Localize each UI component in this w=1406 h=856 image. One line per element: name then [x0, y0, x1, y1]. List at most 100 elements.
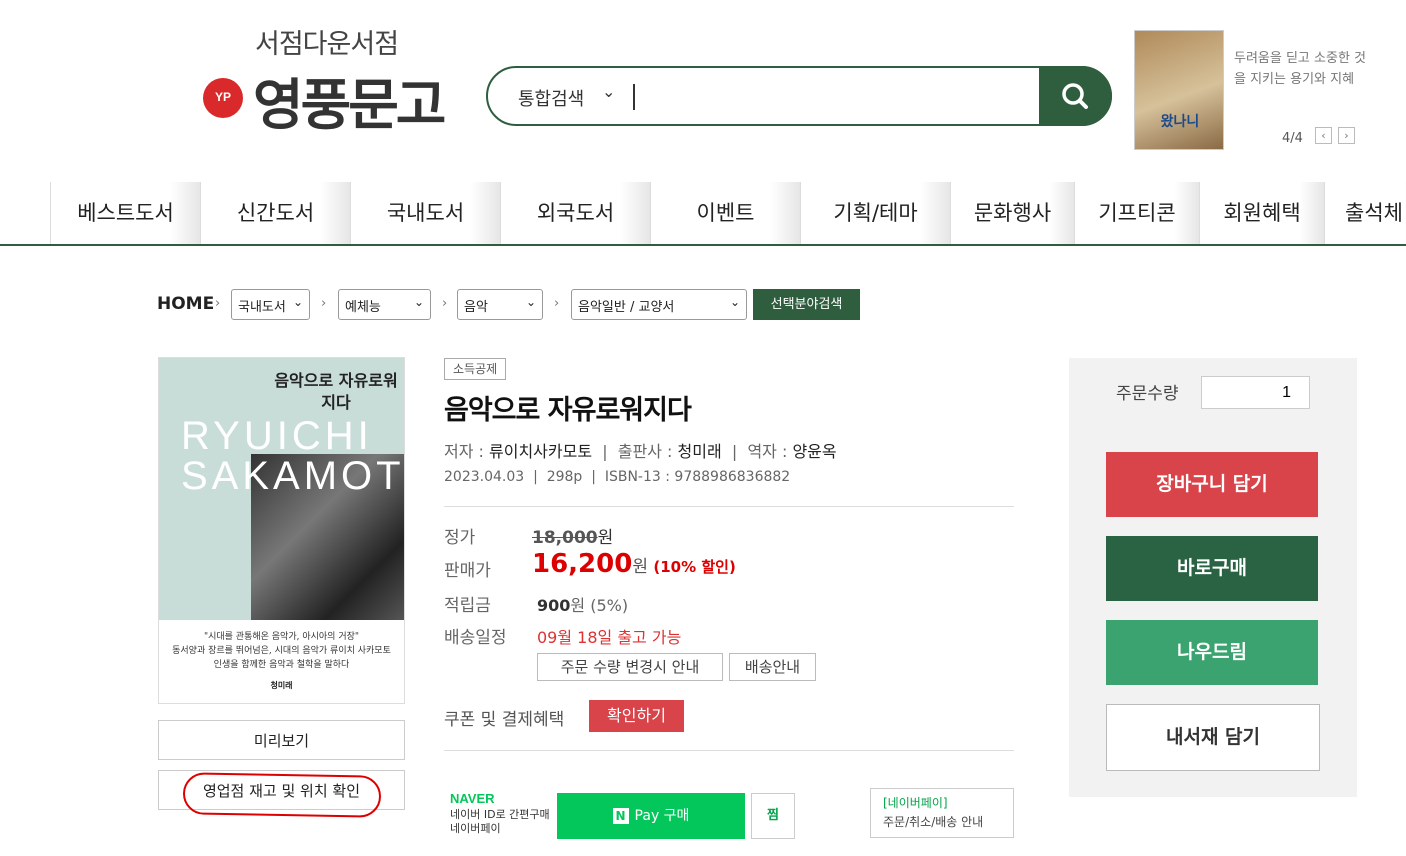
nav-item-theme[interactable]: 기획/테마: [800, 182, 950, 244]
ad-text[interactable]: 두려움을 딛고 소중한 것을 지키는 용기와 지혜: [1234, 48, 1374, 90]
annotation-circle: [182, 772, 382, 818]
point-label: 적립금: [444, 596, 491, 616]
nav-item-event[interactable]: 이벤트: [650, 182, 800, 244]
list-price: 18,000원: [532, 523, 613, 548]
translator-link[interactable]: 양윤옥: [792, 442, 836, 461]
sale-price-value: 16,200: [532, 549, 633, 579]
sale-price: 16,200원 (10% 할인): [532, 549, 736, 579]
chevron-down-icon: ⌄: [292, 295, 303, 309]
list-price-value: 18,000: [532, 528, 598, 548]
add-to-library-button[interactable]: 내서재 담기: [1106, 704, 1320, 771]
nav-item-gifticon[interactable]: 기프티콘: [1074, 182, 1199, 244]
nav-item-benefit[interactable]: 회원혜택: [1199, 182, 1324, 244]
coupon-label: 쿠폰 및 결제혜택: [444, 710, 565, 730]
page-count: 298p: [546, 469, 583, 485]
preview-button[interactable]: 미리보기: [158, 720, 405, 760]
cover-publisher: 청미래: [270, 681, 293, 690]
ad-thumb-label: 왔나니: [1160, 114, 1200, 130]
naver-zzim-button[interactable]: 찜: [751, 793, 795, 839]
site-logo[interactable]: 영풍문고: [253, 60, 446, 140]
naver-logo: NAVER: [450, 791, 495, 806]
breadcrumb-arrow-icon: ›: [321, 296, 327, 311]
chevron-down-icon: ⌄: [413, 295, 424, 309]
list-price-label: 정가: [444, 528, 476, 548]
discount-rate: (10% 할인): [653, 558, 736, 576]
naver-sub-line: 네이버페이: [450, 822, 501, 835]
select-value: 국내도서: [238, 300, 286, 315]
cover-quote-line: "시대를 관통해온 음악가, 아시아의 거장": [203, 632, 360, 642]
naver-pay-info-title: [네이버페이]: [883, 796, 948, 810]
breadcrumb-arrow-icon: ›: [215, 296, 221, 311]
qty-notice-button[interactable]: 주문 수량 변경시 안내: [537, 653, 723, 681]
breadcrumb-home[interactable]: HOME: [157, 294, 214, 314]
publish-date: 2023.04.03: [444, 469, 525, 485]
breadcrumb-select-3[interactable]: 음악 ⌄: [457, 289, 543, 320]
breadcrumb-select-1[interactable]: 국내도서 ⌄: [231, 289, 310, 320]
logo-badge[interactable]: YP: [203, 78, 243, 118]
nav-item-culture[interactable]: 문화행사: [950, 182, 1074, 244]
won-unit: 원: [570, 596, 586, 615]
ad-book-thumbnail[interactable]: 왔나니: [1134, 30, 1224, 150]
naver-sub-line: 네이버 ID로 간편구매: [450, 808, 550, 821]
now-dream-button[interactable]: 나우드림: [1106, 620, 1318, 685]
naver-pay-label: Pay 구매: [634, 808, 690, 824]
category-search-button[interactable]: 선택분야검색: [753, 289, 860, 320]
tax-deduction-badge: 소득공제: [444, 358, 507, 380]
search-button[interactable]: [1039, 66, 1112, 126]
naver-n-icon: N: [612, 808, 629, 824]
search-input[interactable]: [640, 76, 1034, 118]
ship-label: 배송일정: [444, 628, 507, 648]
publisher-link[interactable]: 청미래: [678, 442, 722, 461]
nav-item-bestseller[interactable]: 베스트도서: [50, 182, 200, 244]
point-value: 900: [537, 596, 571, 615]
ship-date: 09월 18일 출고 가능: [537, 628, 682, 647]
select-value: 예체능: [345, 300, 381, 315]
ad-page-indicator: 4/4: [1282, 131, 1303, 146]
qty-input[interactable]: [1201, 376, 1310, 409]
cover-en-title: RYUICHI SAKAMOTO: [181, 414, 404, 498]
chevron-down-icon: ⌄: [729, 295, 740, 309]
select-value: 음악일반 / 교양서: [578, 300, 675, 315]
cover-quote-line: 인생을 함께한 음악과 철학을 말하다: [213, 660, 350, 670]
next-arrow-icon[interactable]: ›: [1338, 127, 1355, 144]
buy-now-button[interactable]: 바로구매: [1106, 536, 1318, 601]
book-title: 음악으로 자유로워지다: [444, 395, 692, 426]
search-category[interactable]: 통합검색: [518, 85, 584, 111]
breadcrumb-arrow-icon: ›: [442, 296, 448, 311]
main-nav: 베스트도서 신간도서 국내도서 외국도서 이벤트 기획/테마 문화행사 기프티콘…: [0, 182, 1406, 246]
book-credits: 저자 : 류이치사카모토 | 출판사 : 청미래 | 역자 : 양윤옥: [444, 442, 837, 461]
select-value: 음악: [464, 300, 488, 315]
search-divider: [633, 84, 635, 110]
won-unit: 원: [597, 528, 614, 548]
won-unit: 원: [632, 557, 648, 577]
chevron-down-icon: ⌄: [525, 295, 536, 309]
nav-item-domestic[interactable]: 국내도서: [350, 182, 500, 244]
publisher-label: 출판사 :: [617, 442, 678, 461]
qty-label: 주문수량: [1116, 384, 1179, 404]
breadcrumb-arrow-icon: ›: [554, 296, 560, 311]
nav-item-new[interactable]: 신간도서: [200, 182, 350, 244]
naver-pay-info[interactable]: [네이버페이] 주문/취소/배송 안내: [870, 788, 1014, 838]
breadcrumb-select-2[interactable]: 예체능 ⌄: [338, 289, 431, 320]
isbn: ISBN-13 : 9788986836882: [604, 469, 791, 485]
sale-price-label: 판매가: [444, 561, 491, 581]
naver-pay-info-text: 주문/취소/배송 안내: [883, 815, 984, 829]
ship-info-button[interactable]: 배송안내: [729, 653, 816, 681]
author-link[interactable]: 류이치사카모토: [489, 442, 592, 461]
coupon-check-button[interactable]: 확인하기: [589, 700, 684, 732]
point-rate: (5%): [590, 596, 629, 615]
cover-quote: "시대를 관통해온 음악가, 아시아의 거장" 동서양과 장르를 뛰어넘은, 시…: [167, 630, 396, 672]
search-bar: 통합검색 ⌄: [486, 66, 1112, 126]
cover-title: 음악으로 자유로워지다: [274, 371, 398, 412]
divider: [444, 506, 1014, 507]
add-to-cart-button[interactable]: 장바구니 담기: [1106, 452, 1318, 517]
chevron-down-icon[interactable]: ⌄: [602, 82, 615, 101]
naver-pay-button[interactable]: N Pay 구매: [557, 793, 745, 839]
author-label: 저자 :: [444, 442, 490, 461]
nav-item-attendance[interactable]: 출석체: [1324, 182, 1406, 244]
nav-item-foreign[interactable]: 외국도서: [500, 182, 650, 244]
book-cover[interactable]: 음악으로 자유로워지다 RYUICHI SAKAMOTO "시대를 관통해온 음…: [158, 357, 405, 704]
book-details: 2023.04.03 | 298p | ISBN-13 : 9788986836…: [444, 469, 791, 485]
breadcrumb-select-4[interactable]: 음악일반 / 교양서 ⌄: [571, 289, 747, 320]
prev-arrow-icon[interactable]: ‹: [1315, 127, 1332, 144]
